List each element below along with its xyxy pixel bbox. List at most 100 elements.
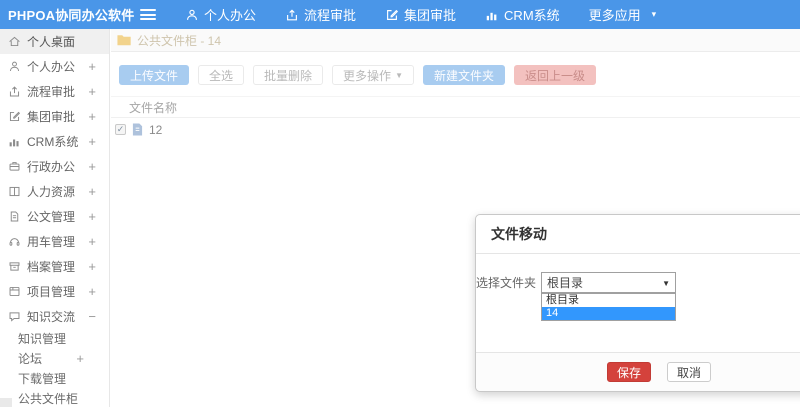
file-icon xyxy=(132,123,143,136)
dialog-header: 文件移动 xyxy=(476,215,800,254)
dialog-title: 文件移动 xyxy=(491,226,547,242)
nav-item-personal-office[interactable]: 个人办公 xyxy=(185,5,256,24)
expand-toggle[interactable]: + xyxy=(88,184,96,199)
expand-toggle[interactable]: + xyxy=(88,209,96,224)
home-icon xyxy=(9,36,20,47)
sidebar-item-label: CRM系统 xyxy=(27,135,79,149)
headset-icon xyxy=(9,238,20,246)
sidebar-item-label: 用车管理 xyxy=(27,235,76,249)
chart-icon xyxy=(486,12,497,20)
chart-icon xyxy=(9,139,19,147)
breadcrumb-text: 公共文件柜 - 14 xyxy=(137,33,222,48)
caret-down-icon: ▼ xyxy=(395,70,403,80)
folder-select[interactable]: 根目录 ▼ 根目录 14 xyxy=(541,272,676,321)
save-button[interactable]: 保存 xyxy=(607,362,652,382)
nav-item-workflow-approval[interactable]: 流程审批 xyxy=(285,5,356,24)
expand-toggle[interactable]: + xyxy=(76,349,84,369)
sidebar-item-admin-office[interactable]: 行政办公 + xyxy=(0,154,109,179)
folder-select-row: 选择文件夹 根目录 ▼ 根目录 14 xyxy=(476,272,676,321)
nav-item-group-approval[interactable]: 集团审批 xyxy=(385,5,456,24)
sidebar-subitem-label: 下载管理 xyxy=(18,372,67,386)
app-logo: PHPOA协同办公软件 xyxy=(8,8,135,23)
sidebar-item-doc-management[interactable]: 公文管理 + xyxy=(0,204,109,229)
go-back-button[interactable]: 返回上一级 xyxy=(514,65,597,85)
chat-icon xyxy=(9,312,20,322)
edit-icon xyxy=(9,111,21,122)
sidebar-subitem-download-management[interactable]: 下载管理 xyxy=(0,369,109,389)
option-14[interactable]: 14 xyxy=(542,307,675,320)
scrollbar-corner xyxy=(0,398,12,407)
expand-toggle[interactable]: + xyxy=(88,134,96,149)
breadcrumb: 公共文件柜 - 14 xyxy=(111,29,800,52)
selected-value: 根目录 xyxy=(547,276,584,290)
project-icon xyxy=(9,286,20,297)
document-icon xyxy=(10,211,19,222)
file-table-header: 文件名称 xyxy=(111,96,800,118)
nav-item-label: 个人办公 xyxy=(204,8,257,23)
sidebar-subitem-forum[interactable]: 论坛 + xyxy=(0,349,109,369)
upload-file-button[interactable]: 上传文件 xyxy=(119,65,190,85)
expand-toggle[interactable]: + xyxy=(88,159,96,174)
sidebar-subitem-label: 知识管理 xyxy=(18,332,67,346)
menu-icon[interactable] xyxy=(140,9,156,20)
toolbar: 上传文件 全选 批量删除 更多操作 ▼ 新建文件夹 返回上一级 xyxy=(111,52,800,85)
caret-down-icon: ▼ xyxy=(662,279,670,288)
button-label: 返回上一级 xyxy=(525,68,586,83)
sidebar-item-crm[interactable]: CRM系统 + xyxy=(0,129,109,154)
sidebar-item-personal-desktop[interactable]: 个人桌面 xyxy=(0,29,109,54)
sidebar-item-vehicle-management[interactable]: 用车管理 + xyxy=(0,229,109,254)
sidebar: 个人桌面 个人办公 + 流程审批 + 集团审批 + CRM系统 + 行政办公 +… xyxy=(0,29,110,407)
row-checkbox[interactable]: ✓ xyxy=(115,124,126,135)
dialog-footer: 保存 取消 xyxy=(476,352,800,391)
user-icon xyxy=(187,9,197,20)
expand-toggle[interactable]: + xyxy=(88,259,96,274)
expand-toggle[interactable]: − xyxy=(88,309,96,324)
button-label: 上传文件 xyxy=(130,68,179,83)
nav-item-label: CRM系统 xyxy=(504,8,560,23)
expand-toggle[interactable]: + xyxy=(88,284,96,299)
sidebar-subitem-label: 公共文件柜 xyxy=(18,392,79,406)
sidebar-item-label: 档案管理 xyxy=(27,260,76,274)
expand-toggle[interactable]: + xyxy=(88,109,96,124)
table-row[interactable]: ✓ 12 xyxy=(111,118,800,141)
nav-item-more-apps[interactable]: 更多应用 ▾ xyxy=(589,5,657,24)
button-label: 更多操作 xyxy=(343,68,392,83)
sidebar-item-knowledge-exchange[interactable]: 知识交流 − xyxy=(0,304,109,329)
select-all-button[interactable]: 全选 xyxy=(198,65,245,85)
batch-delete-button[interactable]: 批量删除 xyxy=(253,65,324,85)
folder-select-options: 根目录 14 xyxy=(541,293,676,321)
button-label: 取消 xyxy=(677,365,702,380)
nav-item-label: 流程审批 xyxy=(304,8,357,23)
cancel-button[interactable]: 取消 xyxy=(667,362,712,382)
sidebar-item-workflow-approval[interactable]: 流程审批 + xyxy=(0,79,109,104)
sidebar-item-project-management[interactable]: 项目管理 + xyxy=(0,279,109,304)
upload-icon xyxy=(287,8,297,20)
dialog-body: 选择文件夹 根目录 ▼ 根目录 14 xyxy=(476,254,800,353)
nav-item-label: 集团审批 xyxy=(404,8,457,23)
nav-item-label: 更多应用 xyxy=(588,8,641,23)
new-folder-button[interactable]: 新建文件夹 xyxy=(422,65,505,85)
sidebar-subitem-knowledge-management[interactable]: 知识管理 xyxy=(0,329,109,349)
expand-toggle[interactable]: + xyxy=(88,234,96,249)
button-label: 保存 xyxy=(617,365,642,380)
sidebar-item-label: 行政办公 xyxy=(27,160,76,174)
sidebar-item-group-approval[interactable]: 集团审批 + xyxy=(0,104,109,129)
expand-toggle[interactable]: + xyxy=(88,59,96,74)
sidebar-item-label: 知识交流 xyxy=(27,310,76,324)
sidebar-item-hr[interactable]: 人力资源 + xyxy=(0,179,109,204)
expand-toggle[interactable]: + xyxy=(88,84,96,99)
nav-item-crm[interactable]: CRM系统 xyxy=(485,5,560,24)
edit-icon xyxy=(387,9,399,20)
sidebar-subitem-public-file-cabinet[interactable]: 公共文件柜 xyxy=(0,389,109,409)
sidebar-subitem-label: 论坛 xyxy=(18,352,43,366)
sidebar-item-label: 个人办公 xyxy=(27,60,76,74)
button-label: 全选 xyxy=(209,68,234,83)
button-label: 新建文件夹 xyxy=(433,68,494,83)
button-label: 批量删除 xyxy=(264,68,313,83)
option-root[interactable]: 根目录 xyxy=(542,294,675,307)
sidebar-item-archive-management[interactable]: 档案管理 + xyxy=(0,254,109,279)
sidebar-item-personal-office[interactable]: 个人办公 + xyxy=(0,54,109,79)
sidebar-item-label: 集团审批 xyxy=(27,110,76,124)
folder-icon xyxy=(117,35,131,46)
more-actions-button[interactable]: 更多操作 ▼ xyxy=(332,65,414,85)
